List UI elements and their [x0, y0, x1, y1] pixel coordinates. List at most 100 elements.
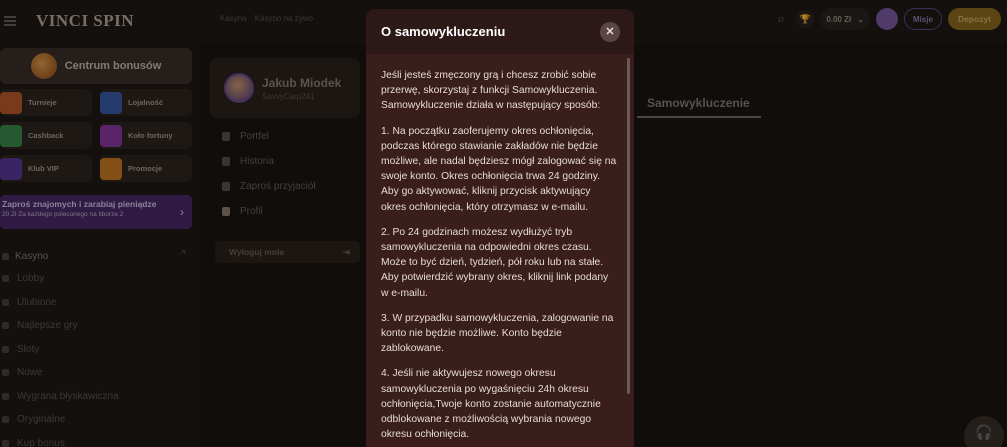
profile-nav-icon [222, 157, 230, 166]
nav-item-icon [2, 275, 9, 283]
nav-item-icon [2, 439, 9, 447]
casino-section-label: Kasyno [15, 250, 49, 262]
modal-paragraph: Jeśli jesteś zmęczony grą i chcesz zrobi… [381, 70, 601, 112]
gift-icon [30, 53, 57, 79]
logo[interactable]: VINCI SPIN [36, 11, 134, 31]
menu-icon[interactable] [4, 16, 16, 26]
modal-paragraph: 3. W przypadku samowykluczenia, zalogowa… [381, 312, 614, 355]
self-exclusion-modal: O samowykluczeniu ✕ Jeśli jesteś zmęczon… [366, 9, 634, 447]
nav-item-label: Najlepsze gry [17, 320, 78, 332]
bonus-tile-icon [100, 124, 122, 147]
sidebar-nav-item[interactable]: Sloty [0, 338, 200, 362]
bonus-tile-label: Cashback [28, 131, 64, 140]
nav-item-icon [2, 322, 9, 330]
profile-nav-label: Profil [240, 206, 263, 217]
nav-item-label: Wygrana błyskawiczna [17, 390, 119, 402]
profile-nav-icon [222, 182, 230, 191]
bonus-tile[interactable]: Cashback [0, 122, 92, 149]
tab-casino[interactable]: Kasyno [220, 14, 247, 23]
chevron-down-icon: ⌄ [857, 14, 864, 24]
bonus-tile-label: Lojalność [128, 98, 164, 107]
profile-nav-label: Zaproś przyjaciół [240, 181, 316, 192]
search-icon[interactable]: ⌕ [772, 10, 790, 28]
profile-nav: Portfel Historia Zaproś przyjaciół Profil [222, 124, 352, 224]
user-avatar[interactable] [875, 8, 898, 30]
sidebar-nav-item[interactable]: Nowe [0, 361, 200, 385]
sidebar: VINCI SPIN Centrum bonusów Turnieje Lojal… [0, 0, 200, 447]
modal-paragraph: 1. Na początku zaoferujemy okres ochłoni… [381, 125, 617, 213]
modal-header: O samowykluczeniu ✕ [366, 9, 634, 54]
profile-nav-item[interactable]: Historia [222, 149, 352, 174]
logout-button[interactable]: Wyloguj mnie ⇥ [215, 241, 360, 263]
logout-icon: ⇥ [342, 246, 350, 257]
nav-item-label: Lobby [17, 273, 45, 285]
profile-nav-icon [222, 132, 230, 141]
casino-nav: Kasyno ^ Lobby Ulubione Najlepsze gry Sloty… [0, 245, 200, 447]
nav-item-label: Oryginalne [17, 414, 66, 426]
deposit-button[interactable]: Depozyt [947, 8, 1001, 30]
modal-scrollbar[interactable] [627, 58, 630, 394]
balance-display[interactable]: 0.00 Zł ⌄ [820, 8, 870, 30]
profile-nav-label: Portfel [240, 131, 269, 142]
missions-button[interactable]: Misje [903, 8, 942, 30]
modal-body: Jeśli jesteś zmęczony grą i chcesz zrobi… [381, 68, 617, 447]
bonus-tile[interactable]: Klub VIP [0, 155, 92, 182]
balance-value: 0.00 Zł [826, 14, 852, 24]
support-button[interactable]: 🎧 [964, 416, 1004, 447]
nav-item-icon [2, 416, 9, 424]
bonus-tile-icon [0, 124, 22, 147]
trophy-icon[interactable]: 🏆 [796, 10, 815, 28]
casino-section-header[interactable]: Kasyno ^ [0, 245, 200, 267]
nav-item-label: Ulubione [17, 296, 57, 308]
nav-item-icon [2, 392, 9, 400]
nav-item-label: Nowe [17, 367, 43, 379]
profile-avatar [224, 73, 254, 103]
bonus-tile[interactable]: Turnieje [0, 89, 92, 116]
top-tabs: Kasyno Kasyno na żywo [220, 14, 313, 23]
sidebar-nav-item[interactable]: Lobby [0, 267, 200, 291]
logout-label: Wyloguj mnie [229, 247, 285, 257]
modal-paragraph: 2. Po 24 godzinach możesz wydłużyć tryb … [381, 226, 609, 299]
profile-nav-item[interactable]: Profil [222, 199, 352, 224]
logo-text: VINCI SPIN [36, 11, 135, 30]
sidebar-nav-item[interactable]: Wygrana błyskawiczna [0, 385, 200, 409]
nav-item-icon [2, 369, 9, 377]
sidebar-nav-item[interactable]: Oryginalne [0, 408, 200, 432]
casino-icon [2, 252, 9, 260]
nav-item-icon [2, 298, 9, 306]
bonus-tile-label: Turnieje [28, 98, 57, 107]
close-icon[interactable]: ✕ [600, 21, 620, 42]
modal-paragraph: 4. Jeśli nie aktywujesz nowego okresu sa… [381, 368, 601, 441]
tab-self-exclusion[interactable]: Samowykluczenie [637, 90, 761, 118]
top-right-controls: ⌕ 🏆 0.00 Zł ⌄ Misje Depozyt [772, 8, 1001, 30]
bonus-center-button[interactable]: Centrum bonusów [0, 48, 192, 84]
deposit-label: Depozyt [957, 14, 991, 24]
bonus-tile-icon [100, 157, 122, 180]
sidebar-nav-item[interactable]: Ulubione [0, 291, 200, 315]
bonus-center-label: Centrum bonusów [64, 60, 162, 72]
sidebar-nav-item[interactable]: Kup bonus [0, 432, 200, 447]
profile-name: Jakub Miodek [262, 75, 342, 90]
referral-subtitle: 20 Zł Za każdego poleconego na tiborze 2 [2, 211, 124, 218]
bonus-tile-label: Koło fortuny [128, 131, 173, 140]
tab-self-exclusion-label: Samowykluczenie [647, 96, 750, 110]
profile-nav-icon [222, 207, 230, 216]
chevron-up-icon[interactable]: ^ [181, 249, 186, 260]
profile-card: Jakub Miodek SavvyCarp241 [210, 58, 360, 118]
bonus-tile-icon [0, 157, 22, 180]
bonus-tile[interactable]: Lojalność [100, 89, 192, 116]
sidebar-nav-item[interactable]: Najlepsze gry [0, 314, 200, 338]
profile-info: Jakub Miodek SavvyCarp241 [262, 76, 341, 101]
bonus-tiles: Turnieje Lojalność Cashback Koło fortuny Klu… [0, 89, 192, 182]
chevron-right-icon: › [180, 205, 184, 219]
referral-banner[interactable]: Zaproś znajomych i zarabiaj pieniądze 20… [0, 195, 192, 229]
profile-nav-item[interactable]: Portfel [222, 124, 352, 149]
nav-item-label: Kup bonus [17, 437, 65, 447]
modal-title: O samowykluczeniu [381, 24, 506, 39]
profile-nav-label: Historia [240, 156, 274, 167]
profile-nav-item[interactable]: Zaproś przyjaciół [222, 174, 352, 199]
bonus-tile[interactable]: Promocje [100, 155, 192, 182]
bonus-tile[interactable]: Koło fortuny [100, 122, 192, 149]
tab-live-casino[interactable]: Kasyno na żywo [255, 14, 313, 23]
bonus-tile-label: Klub VIP [28, 164, 59, 173]
